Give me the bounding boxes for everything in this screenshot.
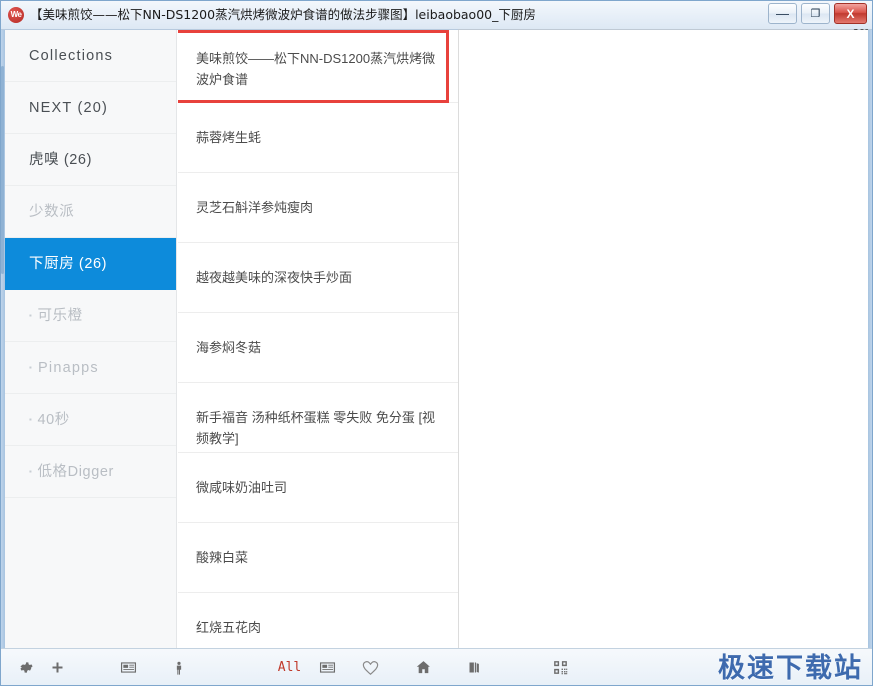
- article-list-item[interactable]: 微咸味奶油吐司: [178, 453, 458, 523]
- article-list-item[interactable]: 蒜蓉烤生蚝: [178, 103, 458, 173]
- sidebar-item-label: NEXT (20): [29, 100, 108, 116]
- sidebar-bullet-icon: ▪: [29, 342, 33, 394]
- sidebar-item-4[interactable]: 下厨房 (26): [5, 238, 176, 290]
- article-title: 酸辣白菜: [196, 550, 248, 565]
- article-list-item[interactable]: 美味煎饺——松下NN-DS1200蒸汽烘烤微波炉食谱: [178, 30, 458, 103]
- title-bar: We 【美味煎饺——松下NN-DS1200蒸汽烘烤微波炉食谱的做法步骤图】lei…: [0, 0, 873, 30]
- sidebar-bullet-icon: ▪: [29, 290, 32, 342]
- sidebar-bullet-icon: ▪: [29, 446, 32, 498]
- article-title: 海参焖冬菇: [196, 340, 261, 355]
- site-watermark: 极速下载站: [718, 646, 863, 685]
- article-list-item[interactable]: 红烧五花肉: [178, 593, 458, 648]
- home-icon: [415, 659, 432, 676]
- sidebar-item-label: 低格Digger: [37, 464, 114, 480]
- list-view-icon: [318, 659, 337, 676]
- sidebar-item-6[interactable]: ▪ Pinapps: [5, 342, 176, 394]
- book-button[interactable]: [457, 649, 491, 686]
- plus-button[interactable]: [40, 649, 74, 686]
- gear-button[interactable]: [8, 649, 42, 686]
- article-list-column[interactable]: 美味煎饺——松下NN-DS1200蒸汽烘烤微波炉食谱蒜蓉烤生蚝灵芝石斛洋参炖瘦肉…: [178, 30, 459, 648]
- sidebar-item-8[interactable]: ▪ 低格Digger: [5, 446, 176, 498]
- sidebar-item-5[interactable]: ▪ 可乐橙: [5, 290, 176, 342]
- right-window-edge: [868, 30, 873, 648]
- sidebar-item-2[interactable]: 虎嗅 (26): [5, 134, 176, 186]
- selection-highlight-box: [178, 30, 449, 103]
- article-list-item[interactable]: 灵芝石斛洋参炖瘦肉: [178, 173, 458, 243]
- sidebar-item-0[interactable]: Collections: [5, 30, 176, 82]
- feed-sidebar[interactable]: Collections NEXT (20) 虎嗅 (26) 少数派下厨房 (26) ▪ 可…: [5, 30, 177, 648]
- sidebar-item-1[interactable]: NEXT (20): [5, 82, 176, 134]
- article-title: 微咸味奶油吐司: [196, 480, 287, 495]
- favorite-button[interactable]: [353, 649, 387, 686]
- filter-all-label: All: [278, 660, 301, 675]
- article-list-item[interactable]: 酸辣白菜: [178, 523, 458, 593]
- sidebar-item-label: 下厨房 (26): [29, 256, 107, 272]
- plus-icon: [50, 659, 65, 676]
- sidebar-item-label: Pinapps: [38, 360, 99, 376]
- sidebar-item-label: 可乐橙: [37, 308, 82, 324]
- article-title: 新手福音 汤种纸杯蛋糕 零失败 免分蛋 [视频教学]: [196, 410, 435, 446]
- book-icon: [467, 659, 482, 676]
- article-list-item[interactable]: 越夜越美味的深夜快手炒面: [178, 243, 458, 313]
- qrcode-button[interactable]: [543, 649, 577, 686]
- person-button[interactable]: [162, 649, 196, 686]
- sidebar-item-3[interactable]: 少数派: [5, 186, 176, 238]
- sidebar-item-7[interactable]: ▪ 40秒: [5, 394, 176, 446]
- article-list-item[interactable]: 海参焖冬菇: [178, 313, 458, 383]
- article-title: 越夜越美味的深夜快手炒面: [196, 270, 352, 285]
- filter-all-button[interactable]: All: [273, 649, 307, 686]
- favorite-icon: [361, 659, 380, 676]
- window-scrollbar-thumb[interactable]: [1, 66, 4, 274]
- article-title: 蒜蓉烤生蚝: [196, 130, 261, 145]
- application-window: We 【美味煎饺——松下NN-DS1200蒸汽烘烤微波炉食谱的做法步骤图】lei…: [0, 0, 873, 686]
- sidebar-bullet-icon: ▪: [29, 394, 32, 446]
- sidebar-item-label: 少数派: [29, 204, 74, 220]
- home-button[interactable]: [406, 649, 440, 686]
- gear-icon: [17, 659, 34, 676]
- list-view-button[interactable]: [310, 649, 344, 686]
- card-view-button[interactable]: [111, 649, 145, 686]
- article-title: 美味煎饺——松下NN-DS1200蒸汽烘烤微波炉食谱: [196, 51, 435, 87]
- bottom-toolbar: 极速下载站 All: [0, 648, 873, 686]
- minimize-button[interactable]: —: [768, 3, 797, 24]
- maximize-button[interactable]: ❐: [801, 3, 830, 24]
- close-icon: X: [835, 9, 866, 19]
- person-icon: [171, 659, 187, 676]
- close-button[interactable]: X: [834, 3, 867, 24]
- article-reader-pane[interactable]: [460, 30, 868, 648]
- window-controls: — ❐ X: [768, 3, 867, 25]
- sidebar-item-label: 40秒: [37, 412, 69, 428]
- maximize-icon: ❐: [802, 9, 829, 19]
- app-icon: We: [8, 7, 24, 23]
- article-title: 红烧五花肉: [196, 620, 261, 635]
- main-content-area: Collections NEXT (20) 虎嗅 (26) 少数派下厨房 (26) ▪ 可…: [5, 30, 868, 648]
- minimize-icon: —: [769, 11, 796, 17]
- article-list-item[interactable]: 新手福音 汤种纸杯蛋糕 零失败 免分蛋 [视频教学]: [178, 383, 458, 453]
- card-view-icon: [119, 659, 138, 676]
- sidebar-item-label: 虎嗅 (26): [29, 152, 92, 168]
- window-title: 【美味煎饺——松下NN-DS1200蒸汽烘烤微波炉食谱的做法步骤图】leibao…: [30, 5, 670, 25]
- qrcode-icon: [552, 659, 569, 676]
- sidebar-item-label: Collections: [29, 48, 113, 64]
- article-title: 灵芝石斛洋参炖瘦肉: [196, 200, 313, 215]
